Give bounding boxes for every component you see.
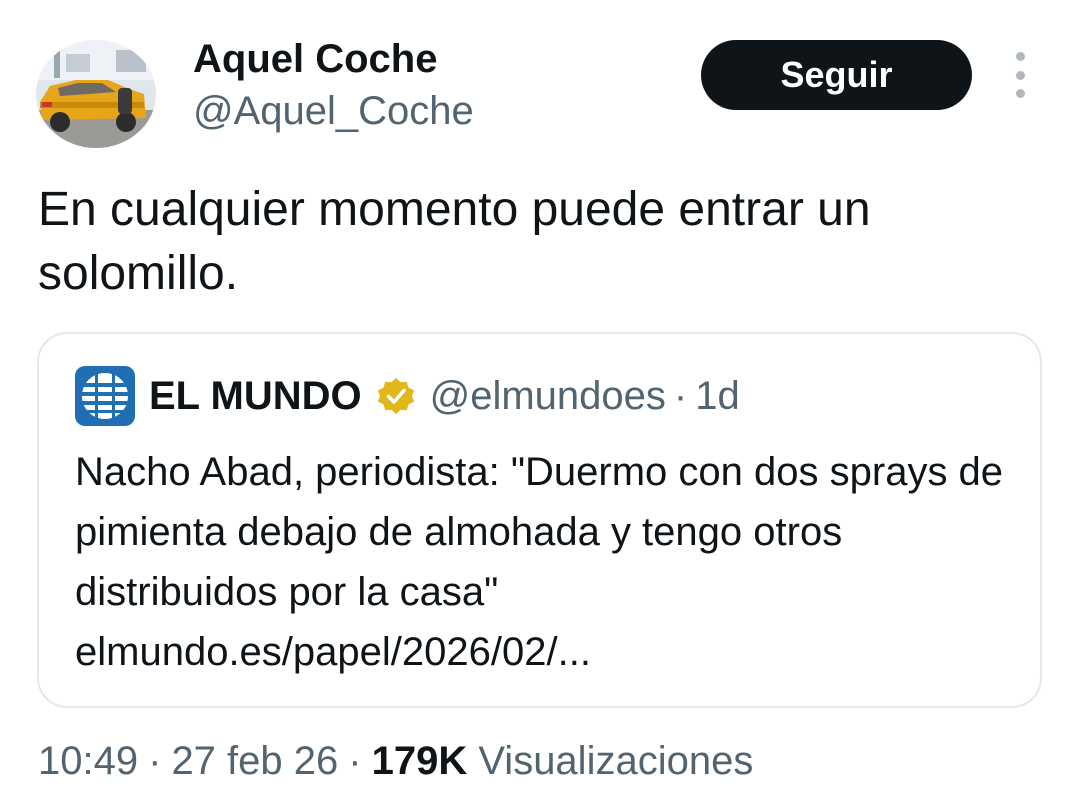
quoted-tweet-link[interactable]: elmundo.es/papel/2026/02/...	[75, 622, 591, 682]
separator-dot: ·	[673, 373, 688, 418]
follow-button[interactable]: Seguir	[701, 40, 972, 110]
author-handle[interactable]: @Aquel_Coche	[193, 88, 474, 134]
tweet-meta: 10:49 · 27 feb 26 · 179K Visualizaciones	[38, 736, 753, 786]
author-display-name[interactable]: Aquel Coche	[193, 36, 437, 82]
quoted-tweet-header: EL MUNDO @elmundoes · 1d	[75, 360, 740, 432]
author-avatar[interactable]	[36, 40, 156, 148]
separator-dot: ·	[148, 739, 162, 783]
views-label: Visualizaciones	[478, 739, 754, 783]
more-options-button[interactable]	[1006, 52, 1034, 98]
quoted-tweet-text: Nacho Abad, periodista: "Duermo con dos …	[75, 450, 1004, 614]
tweet-text: En cualquier momento puede entrar un sol…	[38, 183, 871, 300]
quoted-tweet-time[interactable]: 1d	[695, 374, 740, 419]
quoted-author-name[interactable]: EL MUNDO	[149, 374, 362, 419]
tweet-date[interactable]: 27 feb 26	[171, 739, 338, 783]
yellow-car-avatar	[36, 40, 156, 148]
verified-badge-icon	[376, 376, 416, 416]
vertical-ellipsis-icon	[1015, 52, 1025, 61]
quoted-author-handle[interactable]: @elmundoes	[430, 374, 666, 419]
tweet-time[interactable]: 10:49	[38, 739, 138, 783]
el-mundo-logo-icon[interactable]	[75, 366, 135, 426]
views-count: 179K	[371, 739, 468, 783]
ellipsis-dot	[1015, 89, 1025, 98]
ellipsis-dot	[1015, 70, 1025, 80]
separator-dot: ·	[348, 739, 362, 783]
quoted-tweet-card[interactable]: EL MUNDO @elmundoes · 1d Nacho Abad, per…	[37, 332, 1042, 708]
